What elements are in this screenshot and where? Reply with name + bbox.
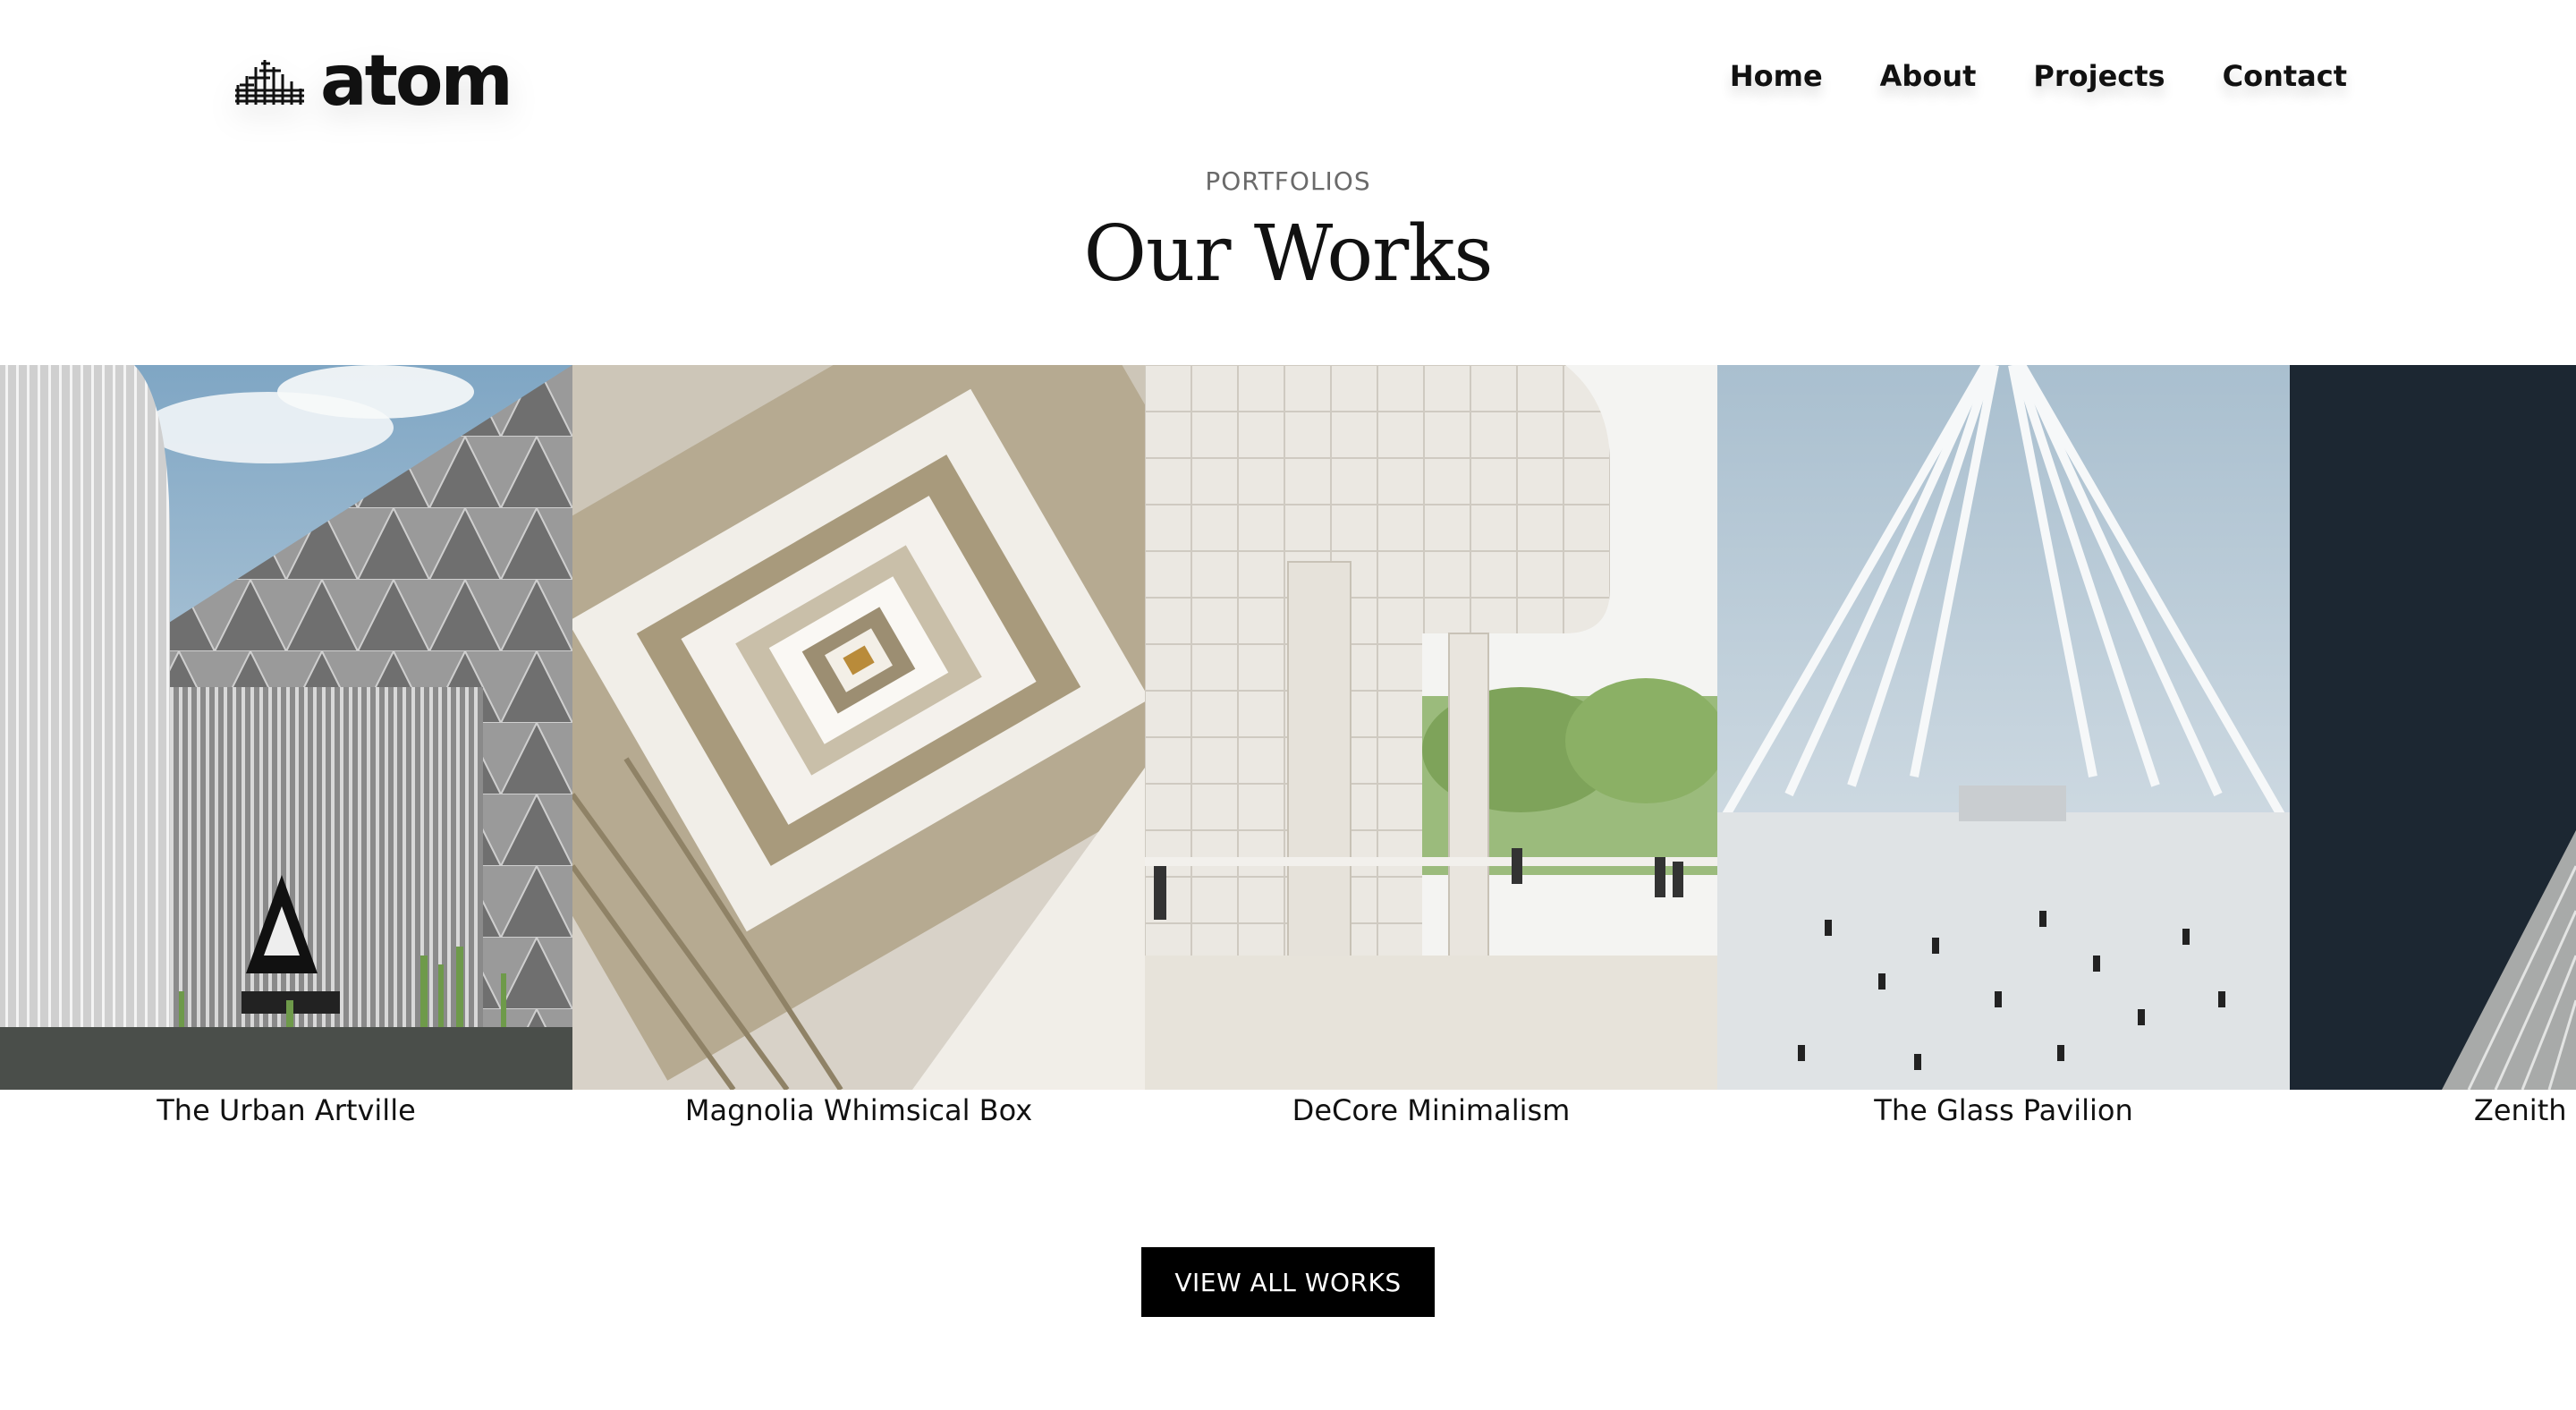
work-card[interactable]: The Urban Artville — [0, 365, 572, 1134]
works-gallery: The Urban Artville Magnolia Whimsical Bo… — [0, 365, 2576, 1134]
page: atom Home About Projects Contact PORTFOL… — [0, 0, 2576, 1410]
main-nav: Home About Projects Contact — [1730, 59, 2347, 93]
nav-contact[interactable]: Contact — [2223, 59, 2347, 93]
section-title: Our Works — [1083, 209, 1493, 299]
brand-logo[interactable]: atom — [234, 41, 513, 122]
work-card[interactable]: The Glass Pavilion — [1717, 365, 2290, 1134]
nav-about[interactable]: About — [1880, 59, 1977, 93]
view-all-works-button[interactable]: VIEW ALL WORKS — [1141, 1247, 1435, 1317]
work-card[interactable]: Zenith Skyline — [2290, 365, 2576, 1134]
nav-home[interactable]: Home — [1730, 59, 1823, 93]
work-photo[interactable] — [0, 365, 572, 1090]
work-title[interactable]: Zenith Skyline — [2290, 1093, 2576, 1127]
work-title[interactable]: The Urban Artville — [0, 1093, 572, 1127]
work-photo[interactable] — [1145, 365, 1717, 1090]
work-card[interactable]: Magnolia Whimsical Box — [572, 365, 1145, 1134]
building-skyline-icon — [234, 55, 306, 108]
brand-name: atom — [320, 41, 513, 122]
work-photo[interactable] — [572, 365, 1145, 1090]
work-photo[interactable] — [1717, 365, 2290, 1090]
work-title[interactable]: Magnolia Whimsical Box — [572, 1093, 1145, 1127]
nav-projects[interactable]: Projects — [2033, 59, 2165, 93]
section-eyebrow: PORTFOLIOS — [1205, 166, 1371, 196]
work-title[interactable]: The Glass Pavilion — [1717, 1093, 2290, 1127]
work-title[interactable]: DeCore Minimalism — [1145, 1093, 1717, 1127]
work-photo[interactable] — [2290, 365, 2576, 1090]
work-card[interactable]: DeCore Minimalism — [1145, 365, 1717, 1134]
